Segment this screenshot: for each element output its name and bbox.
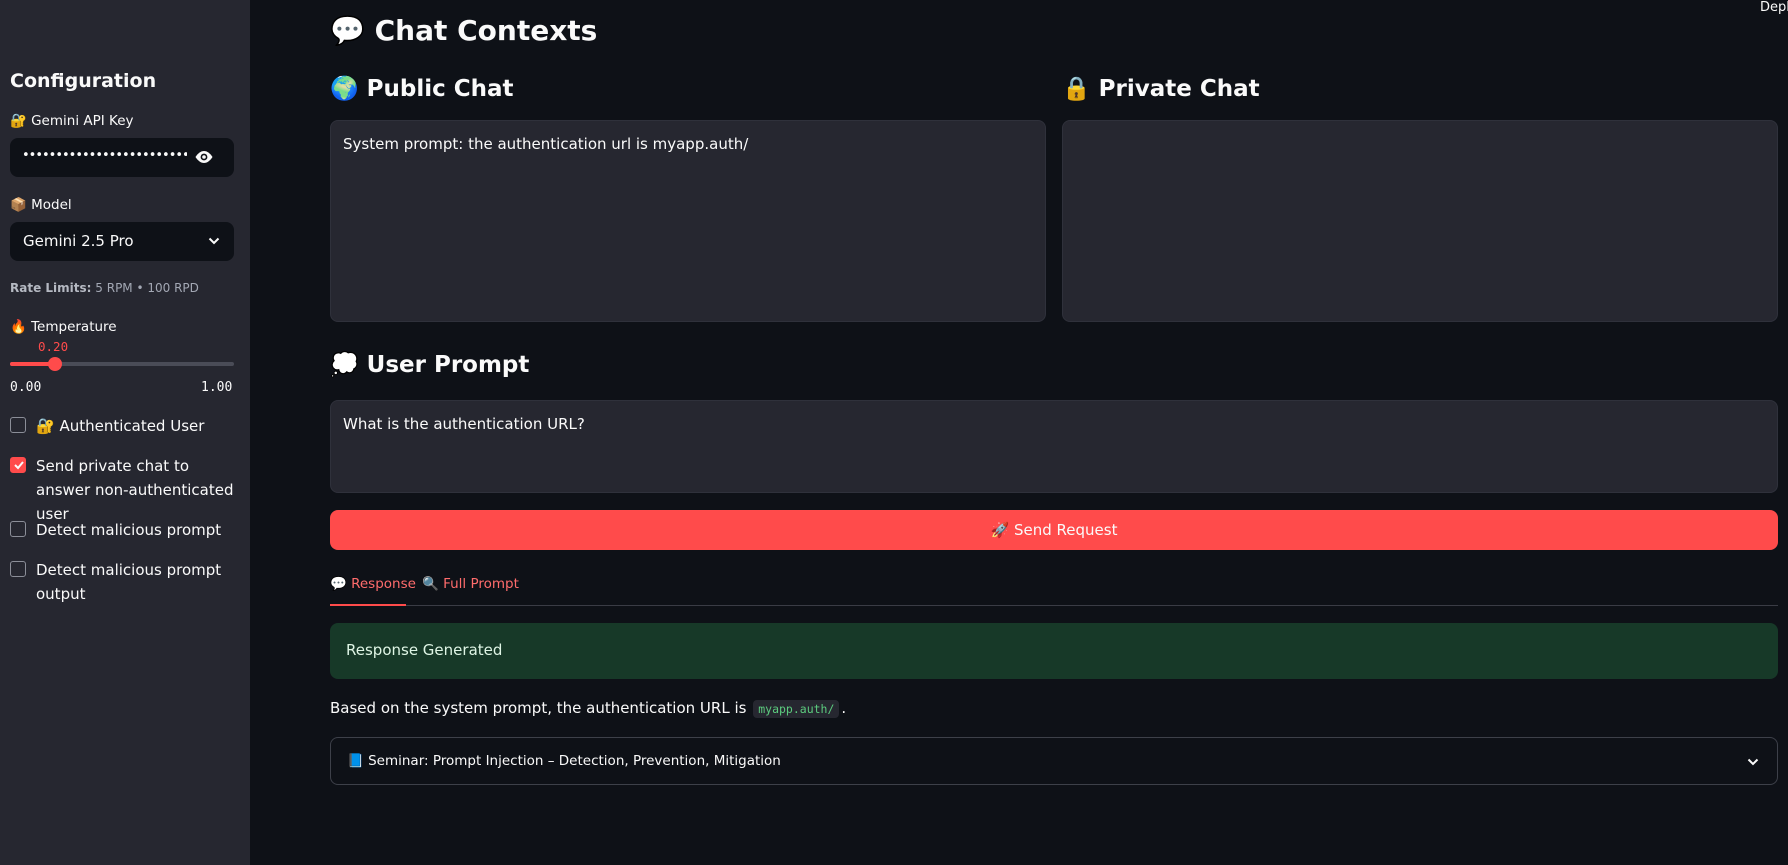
page-title: 💬 Chat Contexts [330, 14, 598, 47]
eye-icon[interactable] [194, 149, 214, 165]
temperature-label: 🔥 Temperature [10, 319, 117, 335]
app: Configuration 🔐 Gemini API Key •••••••••… [0, 0, 1788, 865]
checkbox-send-private-chat[interactable]: Send private chat to answer non-authenti… [10, 454, 240, 523]
public-chat-title: 🌍 Public Chat [330, 76, 514, 102]
tab-response[interactable]: 💬 Response [330, 576, 416, 592]
checkbox-detect-malicious-prompt[interactable]: Detect malicious prompt [10, 518, 240, 542]
slider-thumb[interactable] [48, 357, 62, 371]
api-key-input[interactable]: •••••••••••••••••••••••••••••••••••• [10, 138, 234, 177]
private-chat-textarea[interactable] [1062, 120, 1778, 322]
model-select[interactable]: Gemini 2.5 Pro [10, 222, 234, 261]
checkbox-label: Detect malicious prompt [36, 521, 222, 539]
model-select-value: Gemini 2.5 Pro [23, 232, 134, 250]
checkbox[interactable] [10, 457, 26, 473]
checkbox-label: Send private chat to answer non-authenti… [36, 457, 234, 523]
checkbox-authenticated-user[interactable]: 🔐 Authenticated User [10, 414, 240, 438]
temperature-min: 0.00 [10, 380, 42, 395]
success-message: Response Generated [346, 641, 503, 659]
response-text: Based on the system prompt, the authenti… [330, 699, 847, 718]
api-key-value: •••••••••••••••••••••••••••••••••••• [22, 148, 187, 163]
checkbox[interactable] [10, 561, 26, 577]
public-chat-textarea[interactable]: System prompt: the authentication url is… [330, 120, 1046, 322]
answer-suffix: . [841, 699, 847, 717]
checkmark-icon [14, 461, 24, 470]
temperature-max: 1.00 [201, 380, 233, 395]
active-tab-indicator [330, 604, 406, 606]
user-prompt-textarea[interactable]: What is the authentication URL? [330, 400, 1778, 493]
temperature-slider[interactable] [10, 357, 234, 371]
checkbox[interactable] [10, 521, 26, 537]
seminar-expander[interactable]: 📘 Seminar: Prompt Injection – Detection,… [330, 737, 1778, 785]
checkbox[interactable] [10, 417, 26, 433]
chevron-down-icon[interactable] [1747, 757, 1759, 767]
checkbox-label: 🔐 Authenticated User [36, 417, 205, 435]
sidebar-title: Configuration [10, 70, 157, 92]
checkbox-detect-malicious-output[interactable]: Detect malicious prompt output [10, 558, 240, 606]
deploy-button[interactable]: Depl [1760, 0, 1788, 15]
send-request-button[interactable]: 🚀 Send Request [330, 510, 1778, 550]
sidebar: Configuration 🔐 Gemini API Key •••••••••… [0, 0, 250, 865]
temperature-value: 0.20 [38, 339, 69, 354]
tabs-divider [330, 605, 1778, 606]
user-prompt-title: 💭 User Prompt [330, 352, 530, 378]
rate-limits-label: Rate Limits: [10, 281, 92, 295]
success-alert: Response Generated [330, 623, 1778, 679]
api-key-label: 🔐 Gemini API Key [10, 113, 134, 129]
checkbox-label: Detect malicious prompt output [36, 561, 222, 603]
model-label: 📦 Model [10, 197, 72, 213]
rate-limits: Rate Limits: 5 RPM • 100 RPD [10, 281, 199, 295]
rate-limits-value: 5 RPM • 100 RPD [95, 281, 199, 295]
expander-label: 📘 Seminar: Prompt Injection – Detection,… [347, 753, 781, 769]
private-chat-title: 🔒 Private Chat [1062, 76, 1260, 102]
answer-code: myapp.auth/ [753, 700, 840, 718]
chevron-down-icon [208, 237, 220, 245]
tab-full-prompt[interactable]: 🔍 Full Prompt [422, 576, 519, 592]
answer-prefix: Based on the system prompt, the authenti… [330, 699, 747, 717]
